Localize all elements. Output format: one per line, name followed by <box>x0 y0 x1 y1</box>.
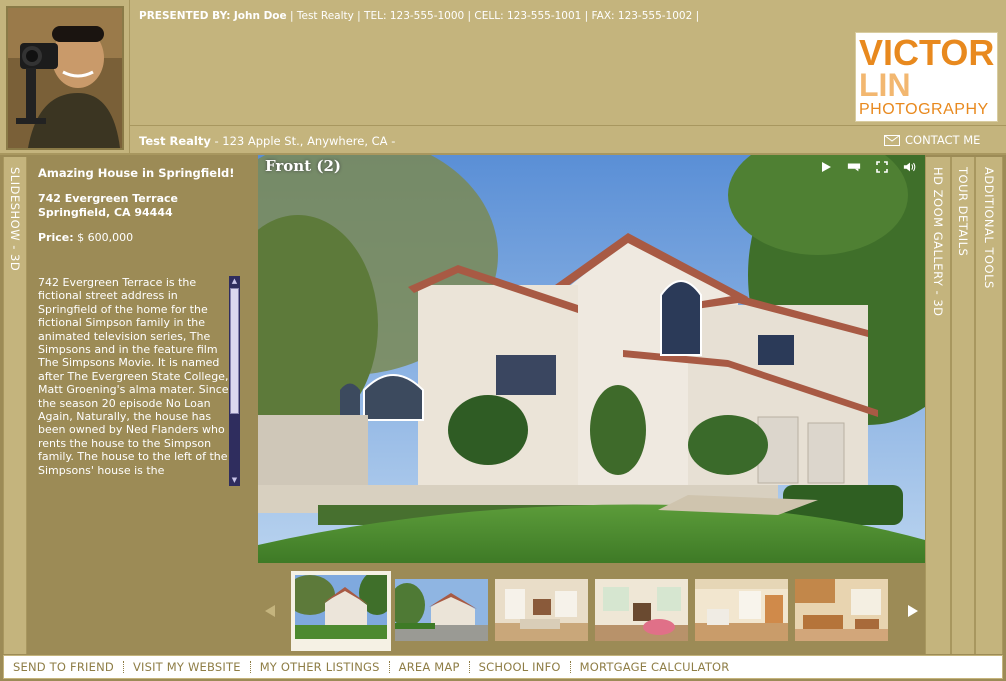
scroll-up-arrow-icon[interactable]: ▲ <box>229 276 240 287</box>
company-address-line: Test Realty - 123 Apple St., Anywhere, C… <box>139 134 395 148</box>
mortgage-calculator-link[interactable]: MORTGAGE CALCULATOR <box>571 660 739 674</box>
next-arrow-icon[interactable] <box>907 603 919 622</box>
price-value: $ 600,000 <box>77 231 134 244</box>
bottom-nav: SEND TO FRIEND VISIT MY WEBSITE MY OTHER… <box>3 655 1003 679</box>
logo-line-photography: PHOTOGRAPHY <box>859 101 989 118</box>
presented-label: PRESENTED BY: <box>139 10 231 22</box>
scroll-thumb[interactable] <box>230 288 239 414</box>
play-icon[interactable] <box>819 160 833 174</box>
thumbnail-front-exterior[interactable] <box>291 571 391 651</box>
tab-label: SLIDESHOW - 3D <box>8 167 22 272</box>
tab-additional-tools[interactable]: ADDITIONAL TOOLS <box>975 157 1003 654</box>
thumbnail-street-view[interactable] <box>395 579 488 641</box>
listing-street: 742 Evergreen Terrace <box>38 192 178 205</box>
description-scrollbar[interactable]: ▲ ▼ <box>229 276 240 486</box>
agent-photo <box>6 6 124 150</box>
thumbnail-living-room[interactable] <box>495 579 588 641</box>
tab-label: HD ZOOM GALLERY - 3D <box>931 167 945 317</box>
volume-icon[interactable] <box>903 160 917 174</box>
header: PRESENTED BY: John Doe | Test Realty | T… <box>0 0 1006 155</box>
contact-me-label: CONTACT ME <box>905 133 981 147</box>
photo-controls <box>819 160 917 174</box>
photographer-logo[interactable]: VICTOR LIN PHOTOGRAPHY <box>855 32 998 122</box>
company-name: Test Realty <box>139 134 211 148</box>
company-address: - 123 Apple St., Anywhere, CA - <box>214 134 396 148</box>
envelope-icon <box>884 134 900 146</box>
school-info-link[interactable]: SCHOOL INFO <box>470 660 570 674</box>
listing-title: Amazing House in Springfield! <box>38 166 235 180</box>
contact-me-link[interactable]: CONTACT ME <box>884 133 980 147</box>
agent-name: John Doe <box>233 10 287 22</box>
thumbnail-kitchen[interactable] <box>795 579 888 641</box>
tab-tour-details[interactable]: TOUR DETAILS <box>951 157 975 654</box>
caption-icon[interactable] <box>847 160 861 174</box>
presented-by-line: PRESENTED BY: John Doe | Test Realty | T… <box>139 10 699 22</box>
main-photo-viewer[interactable]: Front (2) <box>258 155 925 563</box>
photo-title: Front (2) <box>265 157 341 175</box>
header-divider <box>129 125 1006 126</box>
my-other-listings-link[interactable]: MY OTHER LISTINGS <box>251 660 389 674</box>
tab-label: TOUR DETAILS <box>956 167 970 257</box>
listing-price: Price: $ 600,000 <box>38 231 133 244</box>
fullscreen-icon[interactable] <box>875 160 889 174</box>
listing-description: 742 Evergreen Terrace is the fictional s… <box>38 276 229 477</box>
tab-slideshow-3d[interactable]: SLIDESHOW - 3D <box>3 157 27 654</box>
thumbnail-dining-area[interactable] <box>695 579 788 641</box>
listing-info-panel: Amazing House in Springfield! 742 Evergr… <box>28 157 258 654</box>
house-photo <box>258 155 925 563</box>
tab-label: ADDITIONAL TOOLS <box>982 167 996 289</box>
previous-arrow-icon[interactable] <box>264 603 276 622</box>
listing-city: Springfield, CA 94444 <box>38 206 173 219</box>
header-divider <box>129 0 130 155</box>
logo-line-lin: LIN <box>859 67 911 103</box>
thumbnail-family-room[interactable] <box>595 579 688 641</box>
area-map-link[interactable]: AREA MAP <box>390 660 469 674</box>
thumbnail-strip <box>258 563 925 654</box>
price-label: Price: <box>38 231 74 244</box>
agent-contact-info: | Test Realty | TEL: 123-555-1000 | CELL… <box>289 10 700 22</box>
send-to-friend-link[interactable]: SEND TO FRIEND <box>4 660 123 674</box>
tab-hd-zoom-gallery-3d[interactable]: HD ZOOM GALLERY - 3D <box>925 157 951 654</box>
visit-my-website-link[interactable]: VISIT MY WEBSITE <box>124 660 250 674</box>
scroll-down-arrow-icon[interactable]: ▼ <box>229 475 240 486</box>
